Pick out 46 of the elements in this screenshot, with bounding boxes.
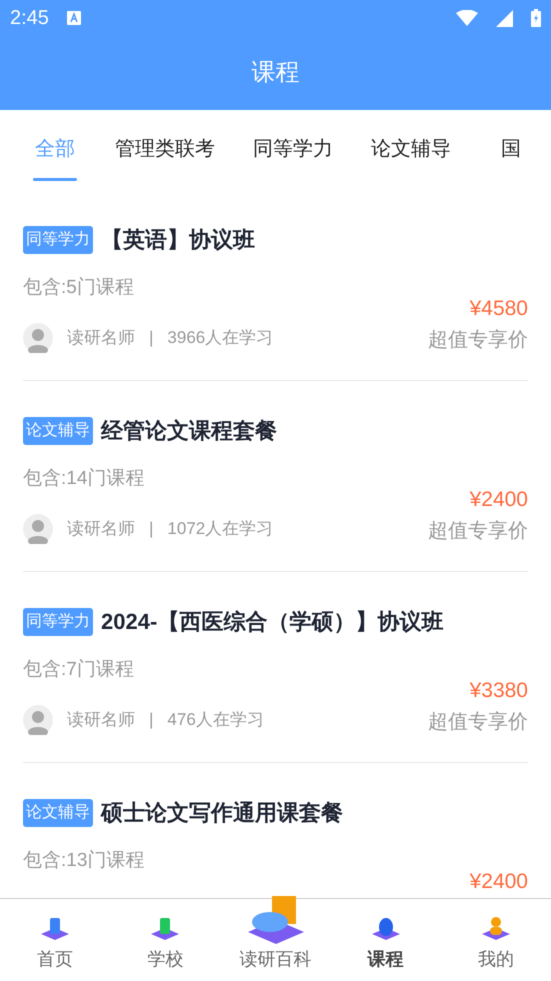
course-title: 2024-【西医综合（学硕）】协议班 xyxy=(101,608,444,636)
course-count: 包含:7门课程 xyxy=(23,658,134,682)
price-label: 超值专享价 xyxy=(428,518,528,544)
category-tab[interactable]: 管理类联考 xyxy=(115,110,215,190)
price: ¥2400 xyxy=(470,870,528,892)
learner-count: 476人在学习 xyxy=(167,708,264,731)
teacher-name: 读研名师 xyxy=(67,518,135,540)
category-tab[interactable]: 国 xyxy=(489,110,533,190)
category-badge: 同等学力 xyxy=(23,608,93,636)
course-count: 包含:13门课程 xyxy=(23,849,144,873)
avatar-icon xyxy=(23,704,53,734)
learner-count: 3966人在学习 xyxy=(167,326,274,349)
status-time: 2:45 xyxy=(10,6,49,31)
course-title: 【英语】协议班 xyxy=(101,226,255,254)
nav-tab[interactable]: 读研百科 xyxy=(220,899,331,981)
nav-tab[interactable]: 课程 xyxy=(330,899,441,981)
battery-icon xyxy=(531,9,541,27)
page-title: 课程 xyxy=(252,58,300,88)
separator: | xyxy=(149,708,154,731)
category-tab[interactable]: 论文辅导 xyxy=(371,110,451,190)
avatar-icon xyxy=(23,322,53,352)
course-title: 硕士论文写作通用课套餐 xyxy=(101,799,343,827)
nav-tab[interactable]: 我的 xyxy=(440,899,551,981)
teacher-name: 读研名师 xyxy=(67,708,135,731)
price: ¥4580 xyxy=(470,298,528,318)
learner-count: 1072人在学习 xyxy=(167,518,274,540)
avatar-icon xyxy=(23,514,53,544)
category-tab[interactable]: 同等学力 xyxy=(253,110,333,190)
nav-tab[interactable]: 学校 xyxy=(110,899,220,981)
nav-tab[interactable]: 首页 xyxy=(0,899,110,981)
separator: | xyxy=(149,326,154,349)
category-badge: 论文辅导 xyxy=(23,416,93,444)
teacher-name: 读研名师 xyxy=(67,326,135,349)
course-title: 经管论文课程套餐 xyxy=(101,417,277,445)
category-badge: 同等学力 xyxy=(23,226,93,254)
price: ¥2400 xyxy=(470,488,528,510)
keyboard-icon xyxy=(66,11,81,25)
signal-icon xyxy=(496,10,513,26)
price: ¥3380 xyxy=(470,680,528,700)
separator: | xyxy=(149,518,154,540)
price-label: 超值专享价 xyxy=(428,710,528,734)
price-label: 超值专享价 xyxy=(428,328,528,352)
course-count: 包含:5门课程 xyxy=(23,276,134,300)
wifi-icon xyxy=(456,10,478,26)
category-badge: 论文辅导 xyxy=(23,798,93,826)
course-count: 包含:14门课程 xyxy=(23,467,144,491)
